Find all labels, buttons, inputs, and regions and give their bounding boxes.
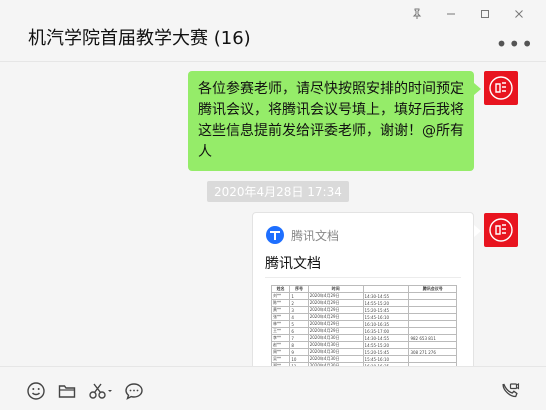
doc-preview-row: 刘** 1 2020年4月29日 14:30-14:55 bbox=[270, 292, 457, 300]
doc-preview-cell: 林** bbox=[270, 320, 291, 328]
minimize-icon[interactable] bbox=[434, 4, 468, 24]
doc-preview-cell: 7 bbox=[289, 334, 309, 342]
doc-preview-row: 王** 6 2020年4月29日 16:35-17:00 bbox=[270, 327, 457, 335]
doc-preview-header-cell: 姓名 bbox=[270, 285, 291, 293]
doc-preview-cell: 2020年4月30日 bbox=[307, 348, 364, 356]
pin-icon[interactable] bbox=[400, 4, 434, 24]
doc-preview-row: 陈** 2 2020年4月29日 14:55-15:20 bbox=[270, 299, 457, 307]
more-options-button[interactable]: ••• bbox=[496, 32, 534, 56]
doc-preview-cell: 9 bbox=[289, 348, 309, 356]
doc-preview-cell bbox=[408, 320, 457, 328]
doc-card-app-name: 腾讯文档 bbox=[291, 228, 340, 243]
doc-preview-cell: 周** bbox=[270, 348, 291, 356]
doc-preview-cell: 14:55-15:20 bbox=[362, 299, 410, 307]
doc-preview-cell: 张** bbox=[270, 313, 291, 321]
doc-preview-cell: 陈** bbox=[270, 299, 291, 307]
doc-preview-cell bbox=[408, 355, 457, 363]
video-call-icon[interactable] bbox=[500, 381, 520, 401]
close-icon[interactable] bbox=[502, 4, 536, 24]
message-bubble[interactable]: 各位参赛老师，请尽快按照安排的时间预定腾讯会议，将腾讯会议号填上，填好后我将这些… bbox=[188, 71, 481, 171]
doc-card-title: 腾讯文档 bbox=[265, 256, 321, 272]
doc-preview-cell: 982 653 811 bbox=[408, 334, 457, 342]
doc-preview-cell: 15:45-16:10 bbox=[362, 355, 410, 363]
doc-preview-row: 黄** 3 2020年4月29日 15:20-15:45 bbox=[270, 306, 457, 314]
doc-preview-cell: 吴** bbox=[270, 355, 291, 363]
doc-preview-cell: 2 bbox=[289, 299, 309, 307]
doc-preview-cell: 15:45-16:10 bbox=[362, 313, 410, 321]
tencent-docs-icon bbox=[266, 226, 284, 244]
title-bar: 机汽学院首届教学大赛 (16) ••• bbox=[0, 0, 546, 62]
doc-preview-cell: 刘** bbox=[270, 292, 291, 300]
doc-preview-cell: 2020年4月29日 bbox=[307, 327, 364, 335]
doc-card[interactable]: 腾讯文档 腾讯文档 姓名 序号 时间 腾讯会议号 刘** 1 2020年4月29日 14:3… bbox=[252, 212, 474, 366]
doc-preview-cell bbox=[408, 313, 457, 321]
avatar-logo-icon bbox=[489, 76, 513, 100]
maximize-icon[interactable] bbox=[468, 4, 502, 24]
doc-preview-cell: 2020年4月30日 bbox=[307, 355, 364, 363]
doc-preview-cell: 8 bbox=[289, 341, 309, 349]
folder-icon[interactable] bbox=[57, 381, 77, 401]
doc-preview-cell: 16:35-17:00 bbox=[362, 327, 410, 335]
doc-preview-cell bbox=[408, 327, 457, 335]
avatar-logo-icon bbox=[489, 218, 513, 242]
doc-preview-header-cell: 腾讯会议号 bbox=[408, 285, 457, 293]
doc-preview-header-cell: 时间 bbox=[307, 285, 364, 293]
doc-preview-row: 李** 7 2020年4月30日 14:30-14:55 982 653 811 bbox=[270, 334, 457, 342]
window-controls bbox=[400, 4, 536, 24]
doc-preview-cell: 3 bbox=[289, 306, 309, 314]
doc-preview-row: 张** 4 2020年4月29日 15:45-16:10 bbox=[270, 313, 457, 321]
doc-preview-header-cell: 序号 bbox=[289, 285, 309, 293]
doc-preview-cell: 赵** bbox=[270, 341, 291, 349]
doc-preview-cell bbox=[408, 341, 457, 349]
input-toolbar bbox=[0, 366, 546, 410]
avatar[interactable] bbox=[484, 71, 518, 105]
chat-history-icon[interactable] bbox=[124, 381, 144, 401]
doc-preview-thumbnail: 姓名 序号 时间 腾讯会议号 刘** 1 2020年4月29日 14:30-14:55 陈**… bbox=[270, 285, 457, 366]
doc-preview-cell: 2020年4月29日 bbox=[307, 320, 364, 328]
emoji-icon[interactable] bbox=[26, 381, 46, 401]
doc-preview-cell: 14:30-14:55 bbox=[362, 334, 410, 342]
doc-preview-cell: 308 271 276 bbox=[408, 348, 457, 356]
doc-preview-cell: 14:30-14:55 bbox=[362, 292, 410, 300]
avatar[interactable] bbox=[484, 213, 518, 247]
doc-preview-cell bbox=[408, 306, 457, 314]
doc-preview-cell: 2020年4月30日 bbox=[307, 334, 364, 342]
message-text: 各位参赛老师，请尽快按照安排的时间预定腾讯会议，将腾讯会议号填上，填好后我将这些… bbox=[198, 81, 464, 160]
divider bbox=[265, 277, 461, 278]
message-timestamp: 2020年4月28日 17:34 bbox=[207, 181, 349, 202]
doc-preview-cell: 2020年4月29日 bbox=[307, 313, 364, 321]
doc-preview-cell: 2020年4月29日 bbox=[307, 306, 364, 314]
doc-preview-row: 周** 9 2020年4月30日 15:20-15:45 308 271 276 bbox=[270, 348, 457, 356]
doc-preview-cell: 王** bbox=[270, 327, 291, 335]
doc-preview-cell: 15:20-15:45 bbox=[362, 306, 410, 314]
doc-preview-row: 吴** 10 2020年4月30日 15:45-16:10 bbox=[270, 355, 457, 363]
doc-preview-table: 姓名 序号 时间 腾讯会议号 刘** 1 2020年4月29日 14:30-14:55 陈**… bbox=[270, 285, 457, 366]
doc-preview-cell: 14:55-15:20 bbox=[362, 341, 410, 349]
doc-card-header: 腾讯文档 bbox=[265, 225, 339, 245]
scissors-icon[interactable] bbox=[88, 381, 114, 401]
card-pointer bbox=[474, 225, 481, 237]
doc-preview-cell: 李** bbox=[270, 334, 291, 342]
doc-preview-cell: 6 bbox=[289, 327, 309, 335]
doc-preview-cell: 4 bbox=[289, 313, 309, 321]
doc-preview-row: 赵** 8 2020年4月30日 14:55-15:20 bbox=[270, 341, 457, 349]
chat-title: 机汽学院首届教学大赛 (16) bbox=[28, 28, 251, 49]
doc-preview-cell: 1 bbox=[289, 292, 309, 300]
doc-preview-cell: 15:20-15:45 bbox=[362, 348, 410, 356]
doc-preview-cell bbox=[408, 292, 457, 300]
doc-preview-cell: 10 bbox=[289, 355, 309, 363]
doc-preview-cell: 16:10-16:35 bbox=[362, 320, 410, 328]
doc-preview-cell: 2020年4月29日 bbox=[307, 292, 364, 300]
doc-preview-cell: 2020年4月29日 bbox=[307, 299, 364, 307]
doc-preview-cell: 5 bbox=[289, 320, 309, 328]
message-area[interactable]: 各位参赛老师，请尽快按照安排的时间预定腾讯会议，将腾讯会议号填上，填好后我将这些… bbox=[0, 63, 546, 366]
doc-preview-cell bbox=[408, 299, 457, 307]
doc-preview-header-cell bbox=[362, 285, 410, 293]
doc-preview-cell: 2020年4月30日 bbox=[307, 341, 364, 349]
doc-preview-cell: 黄** bbox=[270, 306, 291, 314]
doc-preview-row: 林** 5 2020年4月29日 16:10-16:35 bbox=[270, 320, 457, 328]
